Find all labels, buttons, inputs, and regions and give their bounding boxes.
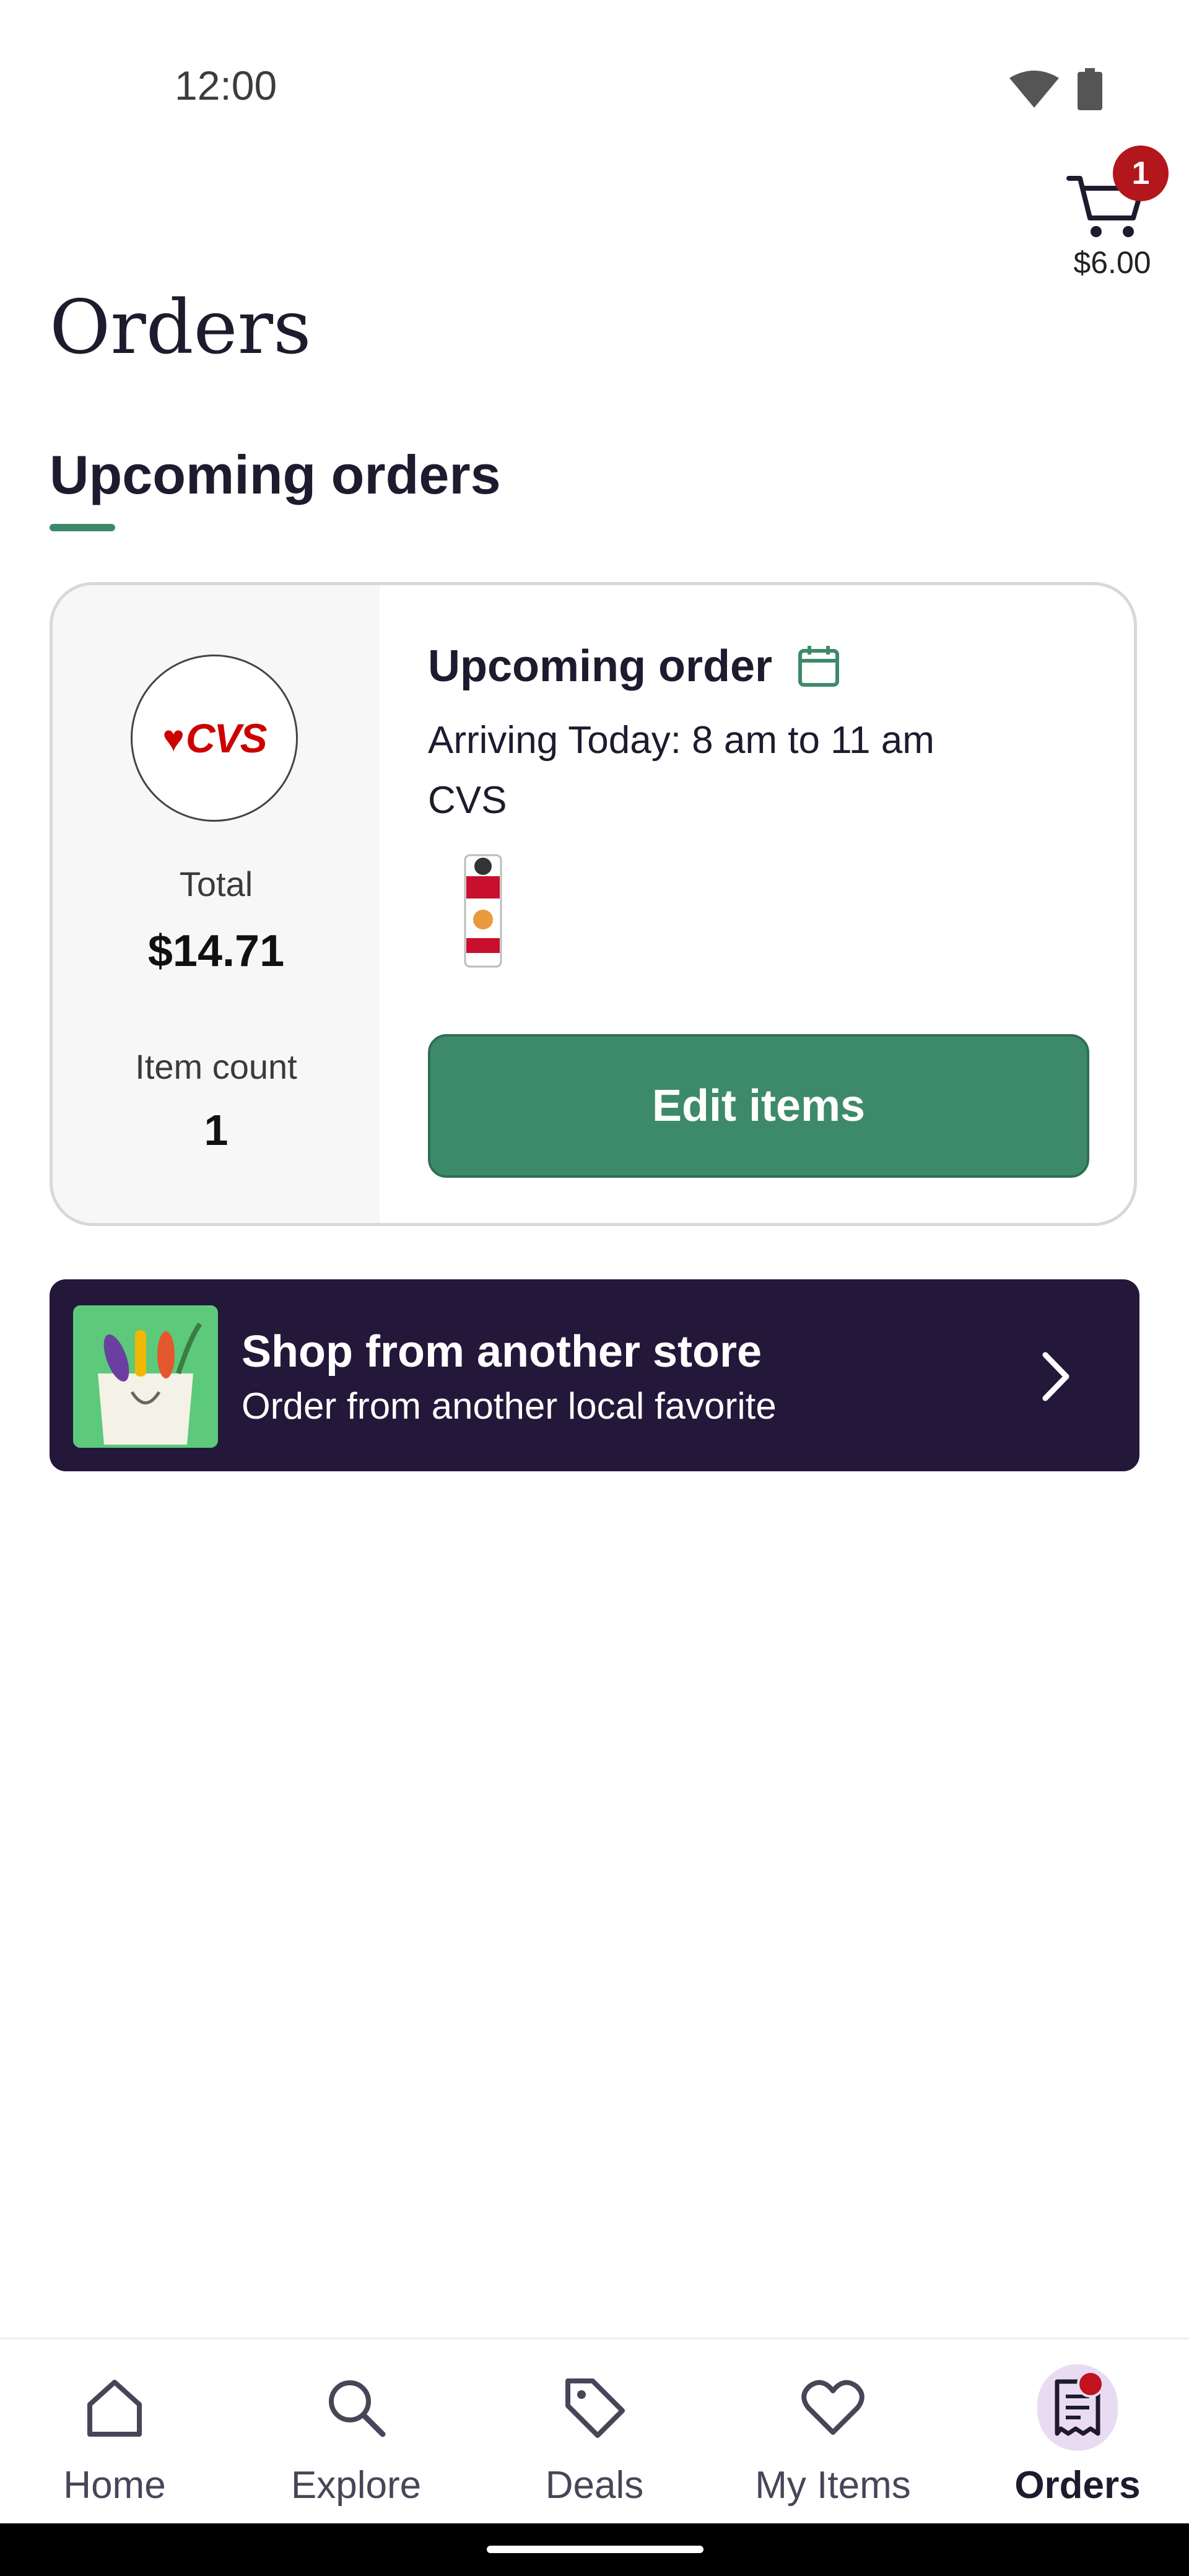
- nav-orders-label: Orders: [1014, 2464, 1141, 2507]
- battery-icon: [1078, 68, 1102, 110]
- nav-home-label: Home: [63, 2464, 166, 2507]
- store-logo: ♥ CVS: [131, 655, 298, 822]
- status-bar: 12:00: [0, 0, 1189, 142]
- search-icon: [316, 2367, 396, 2448]
- nav-orders-icon-wrap: [1037, 2364, 1118, 2451]
- nav-orders[interactable]: Orders: [1000, 2339, 1155, 2525]
- active-indicator: [1037, 2364, 1118, 2451]
- notification-dot: [1077, 2370, 1104, 2398]
- grocery-bag-icon: [73, 1305, 218, 1448]
- nav-my-items-label: My Items: [755, 2464, 911, 2507]
- page-title: Orders: [50, 285, 311, 371]
- wifi-icon: [1009, 71, 1059, 108]
- order-summary-panel: ♥ CVS Total $14.71 Item count 1: [53, 585, 380, 1223]
- chevron-right-icon: [1042, 1352, 1069, 1401]
- heart-icon: [793, 2367, 873, 2448]
- item-count-value: 1: [204, 1106, 229, 1154]
- promo-subtitle: Order from another local favorite: [242, 1385, 777, 1427]
- home-gesture-handle[interactable]: [487, 2546, 703, 2553]
- nav-my-items[interactable]: My Items: [740, 2339, 926, 2525]
- shop-another-store-banner[interactable]: Shop from another store Order from anoth…: [50, 1279, 1139, 1471]
- product-thumbnail: [464, 854, 502, 968]
- cart-count-badge: 1: [1113, 146, 1169, 201]
- total-value: $14.71: [147, 926, 285, 976]
- edit-items-button[interactable]: Edit items: [428, 1034, 1089, 1178]
- nav-explore[interactable]: Explore: [279, 2339, 433, 2525]
- status-icons: [1009, 68, 1102, 110]
- home-icon: [74, 2367, 155, 2448]
- tag-icon: [554, 2367, 635, 2448]
- cart-total: $6.00: [1073, 245, 1151, 280]
- arrival-window: Arriving Today: 8 am to 11 am: [428, 719, 934, 762]
- tab-underline: [50, 524, 115, 531]
- store-logo-text: CVS: [185, 715, 268, 761]
- order-store-name: CVS: [428, 779, 507, 822]
- nav-deals-label: Deals: [545, 2464, 644, 2507]
- cart-button[interactable]: 1 $6.00: [1053, 146, 1169, 288]
- heart-logo-icon: ♥: [162, 717, 185, 759]
- order-card[interactable]: ♥ CVS Total $14.71 Item count 1 Upcoming…: [50, 582, 1137, 1226]
- calendar-icon: [798, 646, 840, 687]
- total-label: Total: [179, 864, 253, 903]
- status-time: 12:00: [175, 63, 277, 108]
- order-heading-text: Upcoming order: [428, 642, 773, 691]
- nav-home[interactable]: Home: [37, 2339, 192, 2525]
- tab-upcoming-orders[interactable]: Upcoming orders: [50, 443, 501, 507]
- system-gesture-bar: [0, 2523, 1189, 2576]
- order-heading: Upcoming order: [428, 641, 840, 692]
- item-count-label: Item count: [135, 1047, 297, 1086]
- promo-title: Shop from another store: [242, 1327, 762, 1377]
- nav-explore-label: Explore: [290, 2464, 422, 2507]
- bottom-nav: Home Explore Deals My Items Orders: [0, 2338, 1189, 2525]
- nav-deals[interactable]: Deals: [517, 2339, 672, 2525]
